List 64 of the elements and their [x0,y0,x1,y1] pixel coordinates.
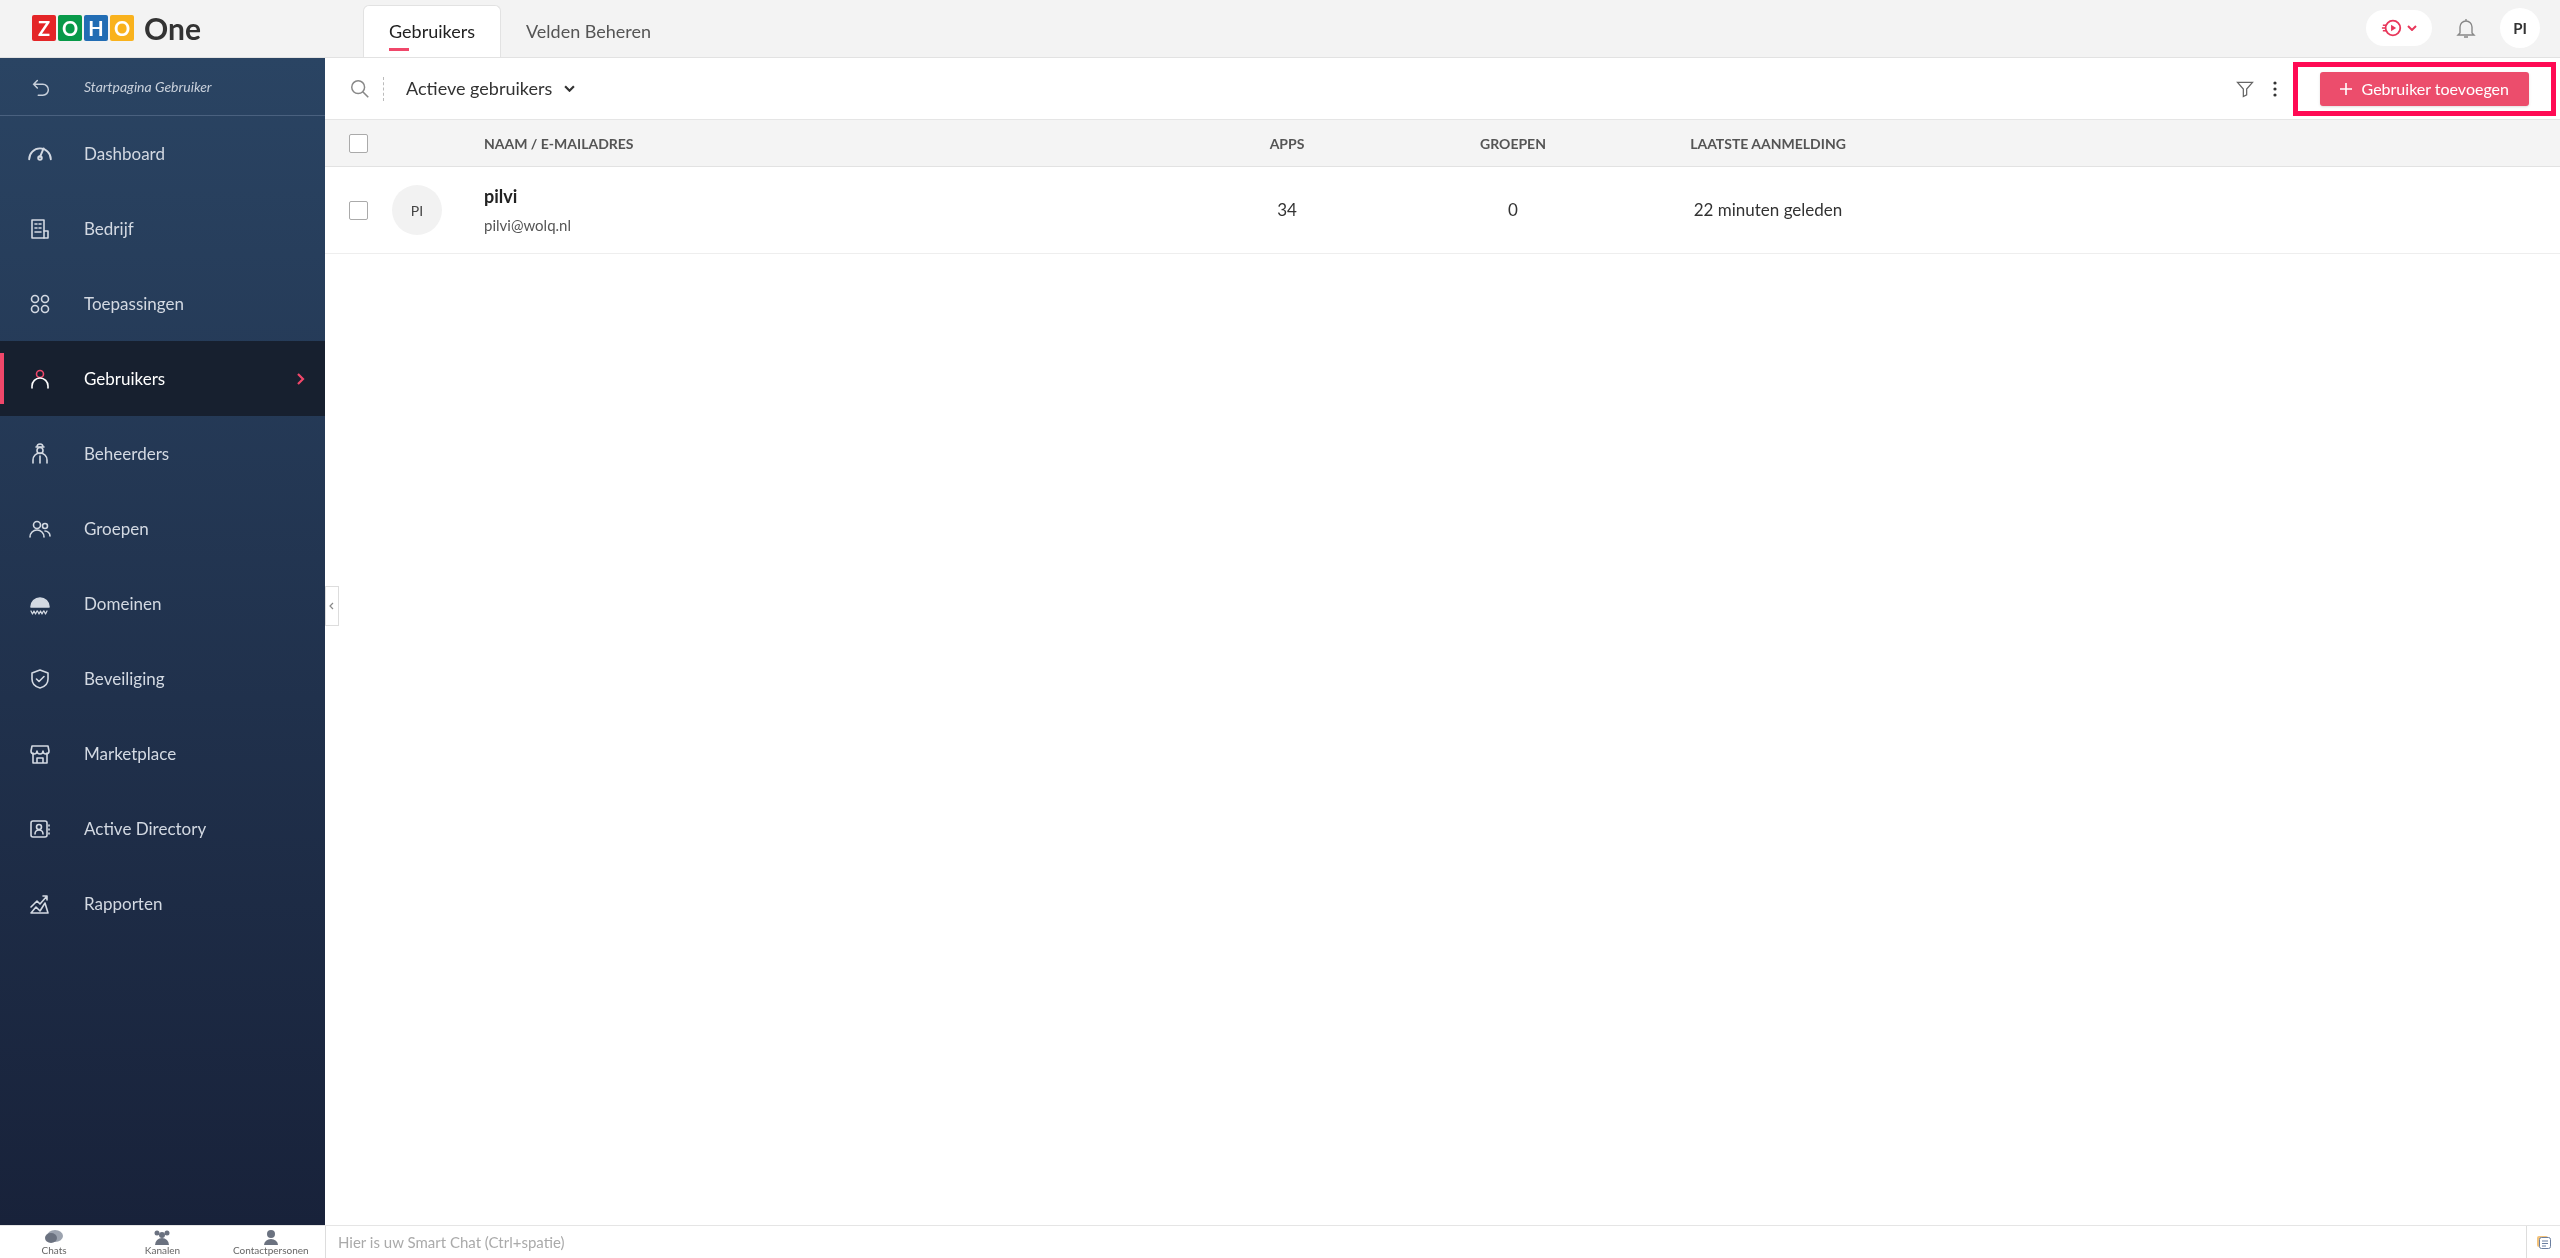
column-header: APPS [1268,133,1306,154]
user-email: pilvi@wolq.nl [484,215,572,237]
logo-letter: O [110,15,134,41]
play-icon [2381,17,2403,39]
nav-label: Marketplace [84,741,177,766]
meeting-button[interactable] [2366,10,2432,46]
tab[interactable]: Velden Beheren [500,5,677,57]
apps-count: 34 [1276,198,1298,223]
user-avatar: PI [392,185,442,235]
row-checkbox[interactable] [349,200,368,220]
avatar[interactable]: PI [2500,8,2540,48]
caret-icon [564,85,576,92]
nav-label: Domeinen [84,591,162,616]
nav-label: Toepassingen [84,291,184,316]
building-icon [28,216,52,241]
logo[interactable]: Z O H O [32,15,134,41]
nav-item[interactable]: Bedrijf [0,191,325,266]
chat-bar-tab[interactable]: Contactpersonen [216,1226,325,1258]
nav-label: Gebruikers [84,366,166,391]
smart-chat-field[interactable]: Hier is uw Smart Chat (Ctrl+spatie) [325,1226,2526,1258]
chat-icon [44,1229,65,1245]
nav-item[interactable]: Beveiliging [0,641,325,716]
search-icon[interactable] [349,77,371,100]
nav-label: Bedrijf [84,216,134,241]
nav-item[interactable]: Groepen [0,491,325,566]
nav-item[interactable]: Rapporten [0,866,325,941]
groups-count: 0 [1507,198,1519,223]
plus-icon [2339,82,2352,95]
column-header: NAAM / E-MAILADRES [484,133,635,154]
nav-item[interactable]: Domeinen [0,566,325,641]
nav-label: Rapporten [84,891,163,916]
nav-label: Dashboard [84,141,165,166]
gauge-icon [28,146,52,161]
more-icon[interactable] [2272,80,2277,97]
tab[interactable]: Gebruikers [363,5,501,57]
nav-label: Groepen [84,516,149,541]
collapse-handle-icon[interactable] [325,586,339,626]
notes-icon[interactable] [2535,1234,2552,1250]
last-login: 22 minuten geleden [1692,198,1844,223]
column-header: LAATSTE AANMELDING [1689,133,1847,154]
nav-label: Beheerders [84,441,170,466]
logo-letter: H [84,15,108,41]
nav-label: Active Directory [84,816,207,841]
filter-dropdown[interactable]: Actieve gebruikers [406,75,576,102]
logo-letter: Z [32,15,56,41]
nav-item[interactable]: Marketplace [0,716,325,791]
nav-item[interactable]: Active Directory [0,791,325,866]
chat-bar-tab[interactable]: Chats [0,1226,109,1258]
caret-icon [2407,25,2417,31]
logo-letter: O [58,15,82,41]
user-name[interactable]: pilvi [484,183,1084,211]
nav-item[interactable]: Beheerders [0,416,325,491]
column-header: GROEPEN [1479,133,1547,154]
add-user-button[interactable]: Gebruiker toevoegen [2319,71,2529,106]
back-link[interactable]: Startpagina Gebruiker [84,76,212,97]
select-all-checkbox[interactable] [349,133,368,153]
shield-icon [28,666,52,691]
chevron-right-icon [297,372,305,385]
product-name: One [144,8,201,48]
chat-bar-tab[interactable]: Kanalen [108,1226,217,1258]
nav-item[interactable]: Toepassingen [0,266,325,341]
nav-item[interactable]: Gebruikers [0,341,325,416]
nav-label: Beveiliging [84,666,165,691]
nav-item[interactable]: Dashboard [0,116,325,191]
